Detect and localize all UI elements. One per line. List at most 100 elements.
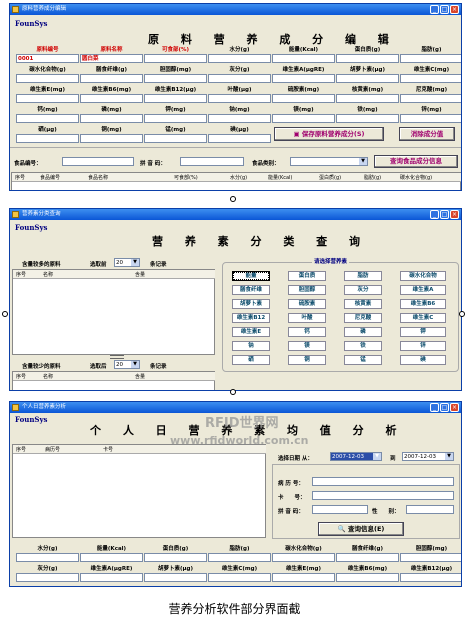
field-input[interactable] <box>80 114 143 123</box>
field-input[interactable] <box>80 553 143 562</box>
nutrient-button[interactable]: 维生素B6 <box>400 299 446 309</box>
field-input[interactable] <box>144 94 207 103</box>
query-info-button[interactable]: 🔍 查询信息(E) <box>318 522 404 536</box>
field-input[interactable] <box>80 74 143 83</box>
nutrient-button[interactable]: 蛋白质 <box>288 271 326 281</box>
nutrient-button[interactable]: 维生素A <box>400 285 446 295</box>
nutrient-button[interactable]: 胡萝卜素 <box>232 299 270 309</box>
field-input[interactable] <box>208 94 271 103</box>
nutrient-button[interactable]: 尼克酸 <box>344 313 382 323</box>
field-input[interactable] <box>208 553 271 562</box>
field-input[interactable] <box>400 94 461 103</box>
nutrient-button[interactable]: 胆固醇 <box>288 285 326 295</box>
field-input[interactable] <box>144 553 207 562</box>
field-input[interactable] <box>208 74 271 83</box>
nutrient-button[interactable]: 磷 <box>344 327 382 337</box>
field-input[interactable] <box>144 573 207 582</box>
field-input[interactable] <box>400 54 461 63</box>
maximize-icon[interactable]: □ <box>440 403 449 412</box>
nutrient-button[interactable]: 维生素C <box>400 313 446 323</box>
field-input[interactable] <box>16 573 79 582</box>
date-from-picker[interactable]: 2007-12-03 ▼ <box>330 452 382 461</box>
nutrient-button[interactable]: 碳水化合物 <box>400 271 446 281</box>
minimize-icon[interactable]: _ <box>430 403 439 412</box>
category-select[interactable]: ▼ <box>290 157 368 166</box>
nutrient-button[interactable]: 能量 <box>232 271 270 281</box>
field-input[interactable] <box>336 553 399 562</box>
nutrient-button[interactable]: 铁 <box>344 341 382 351</box>
maximize-icon[interactable]: □ <box>440 210 449 219</box>
field-input[interactable] <box>272 94 335 103</box>
field-input[interactable] <box>208 54 271 63</box>
record-input[interactable] <box>312 477 454 486</box>
nutrient-button[interactable]: 镁 <box>288 341 326 351</box>
field-input[interactable] <box>272 553 335 562</box>
resize-handle[interactable] <box>230 389 236 395</box>
take-front-select[interactable]: 20 ▼ <box>114 258 140 267</box>
field-input[interactable] <box>144 114 207 123</box>
field-input[interactable] <box>208 134 271 143</box>
resize-handle[interactable] <box>230 196 236 202</box>
field-input[interactable] <box>272 54 335 63</box>
date-to-picker[interactable]: 2007-12-03 ▼ <box>402 452 454 461</box>
nutrient-button[interactable]: 叶酸 <box>288 313 326 323</box>
field-input[interactable]: 0001 <box>16 54 79 63</box>
pinyin-input[interactable] <box>312 505 368 514</box>
field-input[interactable] <box>208 114 271 123</box>
field-input[interactable] <box>80 94 143 103</box>
field-input[interactable] <box>80 573 143 582</box>
food-code-input[interactable] <box>62 157 134 166</box>
field-input[interactable] <box>80 134 143 143</box>
field-input[interactable] <box>16 114 79 123</box>
field-input[interactable] <box>16 94 79 103</box>
resize-handle[interactable] <box>459 311 465 317</box>
pinyin-input[interactable] <box>180 157 244 166</box>
field-input[interactable] <box>144 134 207 143</box>
field-input[interactable] <box>16 553 79 562</box>
query-food-button[interactable]: 查询食品成分信息 <box>374 155 458 168</box>
resize-handle[interactable] <box>2 311 8 317</box>
field-input[interactable] <box>272 74 335 83</box>
field-input[interactable] <box>16 74 79 83</box>
nutrient-button[interactable]: 维生素E <box>232 327 270 337</box>
field-input[interactable] <box>400 573 461 582</box>
splitter-handle[interactable] <box>110 355 124 359</box>
maximize-icon[interactable]: □ <box>440 5 449 14</box>
field-input[interactable] <box>272 573 335 582</box>
field-input[interactable] <box>400 114 461 123</box>
field-input[interactable] <box>16 134 79 143</box>
nutrient-button[interactable]: 钾 <box>400 327 446 337</box>
nutrient-button[interactable]: 碘 <box>400 355 446 365</box>
nutrient-button[interactable]: 锌 <box>400 341 446 351</box>
close-icon[interactable]: × <box>450 403 459 412</box>
field-input[interactable] <box>400 553 461 562</box>
field-input[interactable] <box>144 74 207 83</box>
nutrient-button[interactable]: 灰分 <box>344 285 382 295</box>
close-icon[interactable]: × <box>450 210 459 219</box>
nutrient-button[interactable]: 硒 <box>232 355 270 365</box>
field-input[interactable] <box>208 573 271 582</box>
nutrient-button[interactable]: 硫胺素 <box>288 299 326 309</box>
field-input[interactable] <box>400 74 461 83</box>
save-button[interactable]: ▣ 保存原料营养成分(S) <box>274 127 384 141</box>
take-back-select[interactable]: 20 ▼ <box>114 360 140 369</box>
nutrient-button[interactable]: 脂肪 <box>344 271 382 281</box>
nutrient-button[interactable]: 锰 <box>344 355 382 365</box>
field-input[interactable] <box>336 74 399 83</box>
minimize-icon[interactable]: _ <box>430 210 439 219</box>
nutrient-button[interactable]: 核黄素 <box>344 299 382 309</box>
gender-input[interactable] <box>406 505 454 514</box>
field-input[interactable] <box>336 54 399 63</box>
nutrient-button[interactable]: 铜 <box>288 355 326 365</box>
field-input[interactable] <box>336 94 399 103</box>
field-input[interactable]: 圆白菜 <box>80 54 143 63</box>
field-input[interactable] <box>272 114 335 123</box>
card-input[interactable] <box>312 491 454 500</box>
nutrient-button[interactable]: 维生素B12 <box>232 313 270 323</box>
nutrient-button[interactable]: 钠 <box>232 341 270 351</box>
clear-button[interactable]: 消除成分值 <box>399 127 455 141</box>
field-input[interactable] <box>144 54 207 63</box>
field-input[interactable] <box>336 573 399 582</box>
nutrient-button[interactable]: 钙 <box>288 327 326 337</box>
close-icon[interactable]: × <box>450 5 459 14</box>
